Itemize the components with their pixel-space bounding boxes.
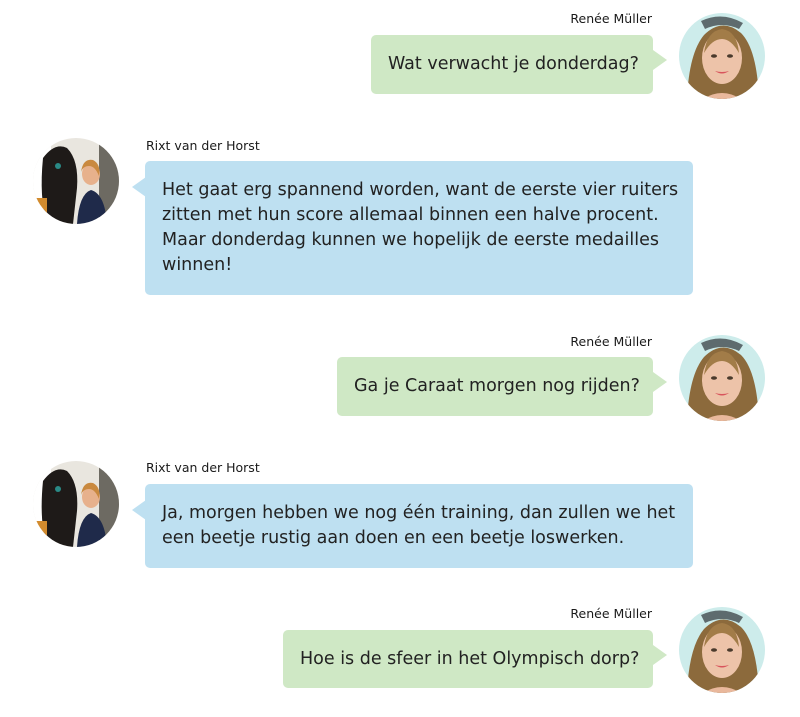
bubble-tail	[132, 500, 146, 520]
sender-name: Rixt van der Horst	[146, 138, 260, 153]
sender-name: Rixt van der Horst	[146, 460, 260, 475]
bubble-tail	[653, 372, 667, 392]
bubble-tail	[653, 50, 667, 70]
bubble-tail	[132, 177, 146, 197]
message-text: Ga je Caraat morgen nog rijden?	[354, 376, 640, 396]
sender-name: Renée Müller	[570, 334, 652, 349]
message-text: Wat verwacht je donderdag?	[388, 54, 639, 74]
message-text: Het gaat erg spannend worden, want de ee…	[162, 180, 679, 275]
woman-portrait-icon	[679, 607, 765, 693]
woman-portrait-icon	[679, 13, 765, 99]
rider-with-horse-portrait-icon	[33, 138, 119, 224]
woman-portrait-icon	[679, 335, 765, 421]
avatar[interactable]	[679, 607, 765, 693]
avatar[interactable]	[33, 461, 119, 547]
rider-with-horse-portrait-icon	[33, 461, 119, 547]
message-bubble: Wat verwacht je donderdag?	[371, 35, 653, 94]
message-text: Hoe is de sfeer in het Olympisch dorp?	[300, 649, 640, 669]
message-bubble: Ga je Caraat morgen nog rijden?	[337, 357, 653, 416]
message-text: Ja, morgen hebben we nog één training, d…	[162, 503, 676, 548]
message-bubble: Hoe is de sfeer in het Olympisch dorp?	[283, 630, 653, 688]
sender-name: Renée Müller	[570, 606, 652, 621]
avatar[interactable]	[679, 335, 765, 421]
message-bubble: Het gaat erg spannend worden, want de ee…	[145, 161, 693, 295]
message-bubble: Ja, morgen hebben we nog één training, d…	[145, 484, 693, 568]
avatar[interactable]	[679, 13, 765, 99]
bubble-tail	[653, 645, 667, 665]
avatar[interactable]	[33, 138, 119, 224]
sender-name: Renée Müller	[570, 11, 652, 26]
